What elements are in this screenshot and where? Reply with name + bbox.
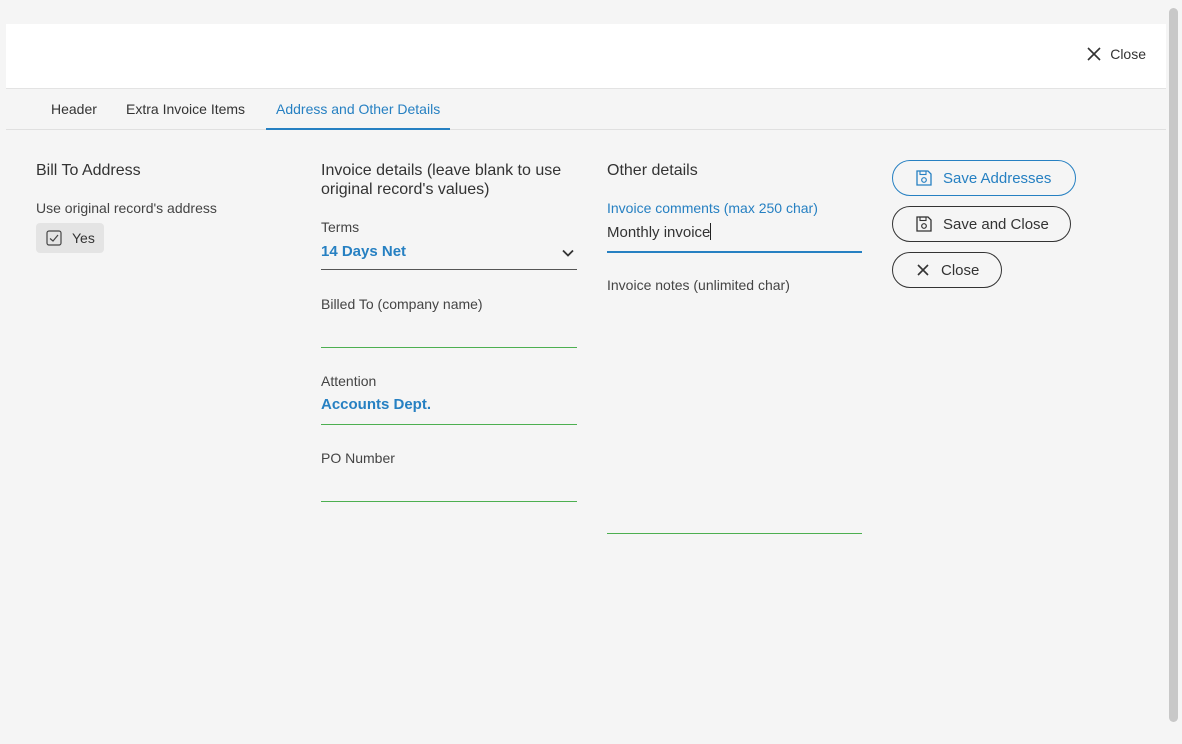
po-number-input[interactable] <box>321 472 577 502</box>
attention-label: Attention <box>321 373 377 389</box>
save-addresses-button[interactable]: Save Addresses <box>892 160 1076 196</box>
invoice-notes-label: Invoice notes (unlimited char) <box>607 277 790 293</box>
close-icon <box>917 264 929 276</box>
tab-extra-invoice-items[interactable]: Extra Invoice Items <box>126 89 245 130</box>
invoice-comments-input[interactable]: Monthly invoice <box>607 220 862 253</box>
billed-to-underline <box>321 347 577 348</box>
save-and-close-label: Save and Close <box>943 215 1049 233</box>
top-close-label: Close <box>1110 46 1146 62</box>
checkbox-checked-icon <box>46 230 62 246</box>
top-bar: Close <box>6 24 1166 88</box>
close-label: Close <box>941 261 980 279</box>
bill-to-title: Bill To Address <box>36 162 141 179</box>
po-number-underline <box>321 501 577 502</box>
terms-label: Terms <box>321 219 360 235</box>
close-button[interactable]: Close <box>892 252 1002 288</box>
text-caret <box>710 223 712 240</box>
invoice-comments-value: Monthly invoice <box>607 224 711 241</box>
terms-value: 14 Days Net <box>321 243 407 260</box>
chevron-down-icon <box>562 249 574 257</box>
invoice-details-title: Invoice details (leave blank to use orig… <box>321 162 562 198</box>
attention-input[interactable]: Accounts Dept. <box>321 396 577 425</box>
use-original-address-value: Yes <box>72 230 95 246</box>
scrollbar[interactable] <box>1169 8 1178 722</box>
terms-select[interactable]: 14 Days Net <box>321 240 577 270</box>
attention-value: Accounts Dept. <box>321 396 432 413</box>
use-original-address-label: Use original record's address <box>36 200 217 216</box>
close-icon <box>1087 47 1101 61</box>
attention-underline <box>321 424 577 425</box>
invoice-notes-textarea[interactable] <box>607 300 862 534</box>
billed-to-label: Billed To (company name) <box>321 296 483 312</box>
use-original-address-toggle[interactable]: Yes <box>36 223 104 253</box>
invoice-comments-label: Invoice comments (max 250 char) <box>607 200 818 216</box>
invoice-notes-underline <box>607 533 862 534</box>
tab-bar: Header Extra Invoice Items Address and O… <box>6 88 1166 130</box>
tab-header[interactable]: Header <box>51 89 97 130</box>
save-icon <box>916 170 932 186</box>
po-number-label: PO Number <box>321 450 395 466</box>
billed-to-input[interactable] <box>321 318 577 348</box>
save-and-close-button[interactable]: Save and Close <box>892 206 1071 242</box>
save-addresses-label: Save Addresses <box>943 169 1052 187</box>
top-close-button[interactable]: Close <box>1086 46 1146 62</box>
other-details-title: Other details <box>607 162 698 179</box>
save-icon <box>916 216 932 232</box>
tab-address-and-other-details[interactable]: Address and Other Details <box>266 89 451 130</box>
